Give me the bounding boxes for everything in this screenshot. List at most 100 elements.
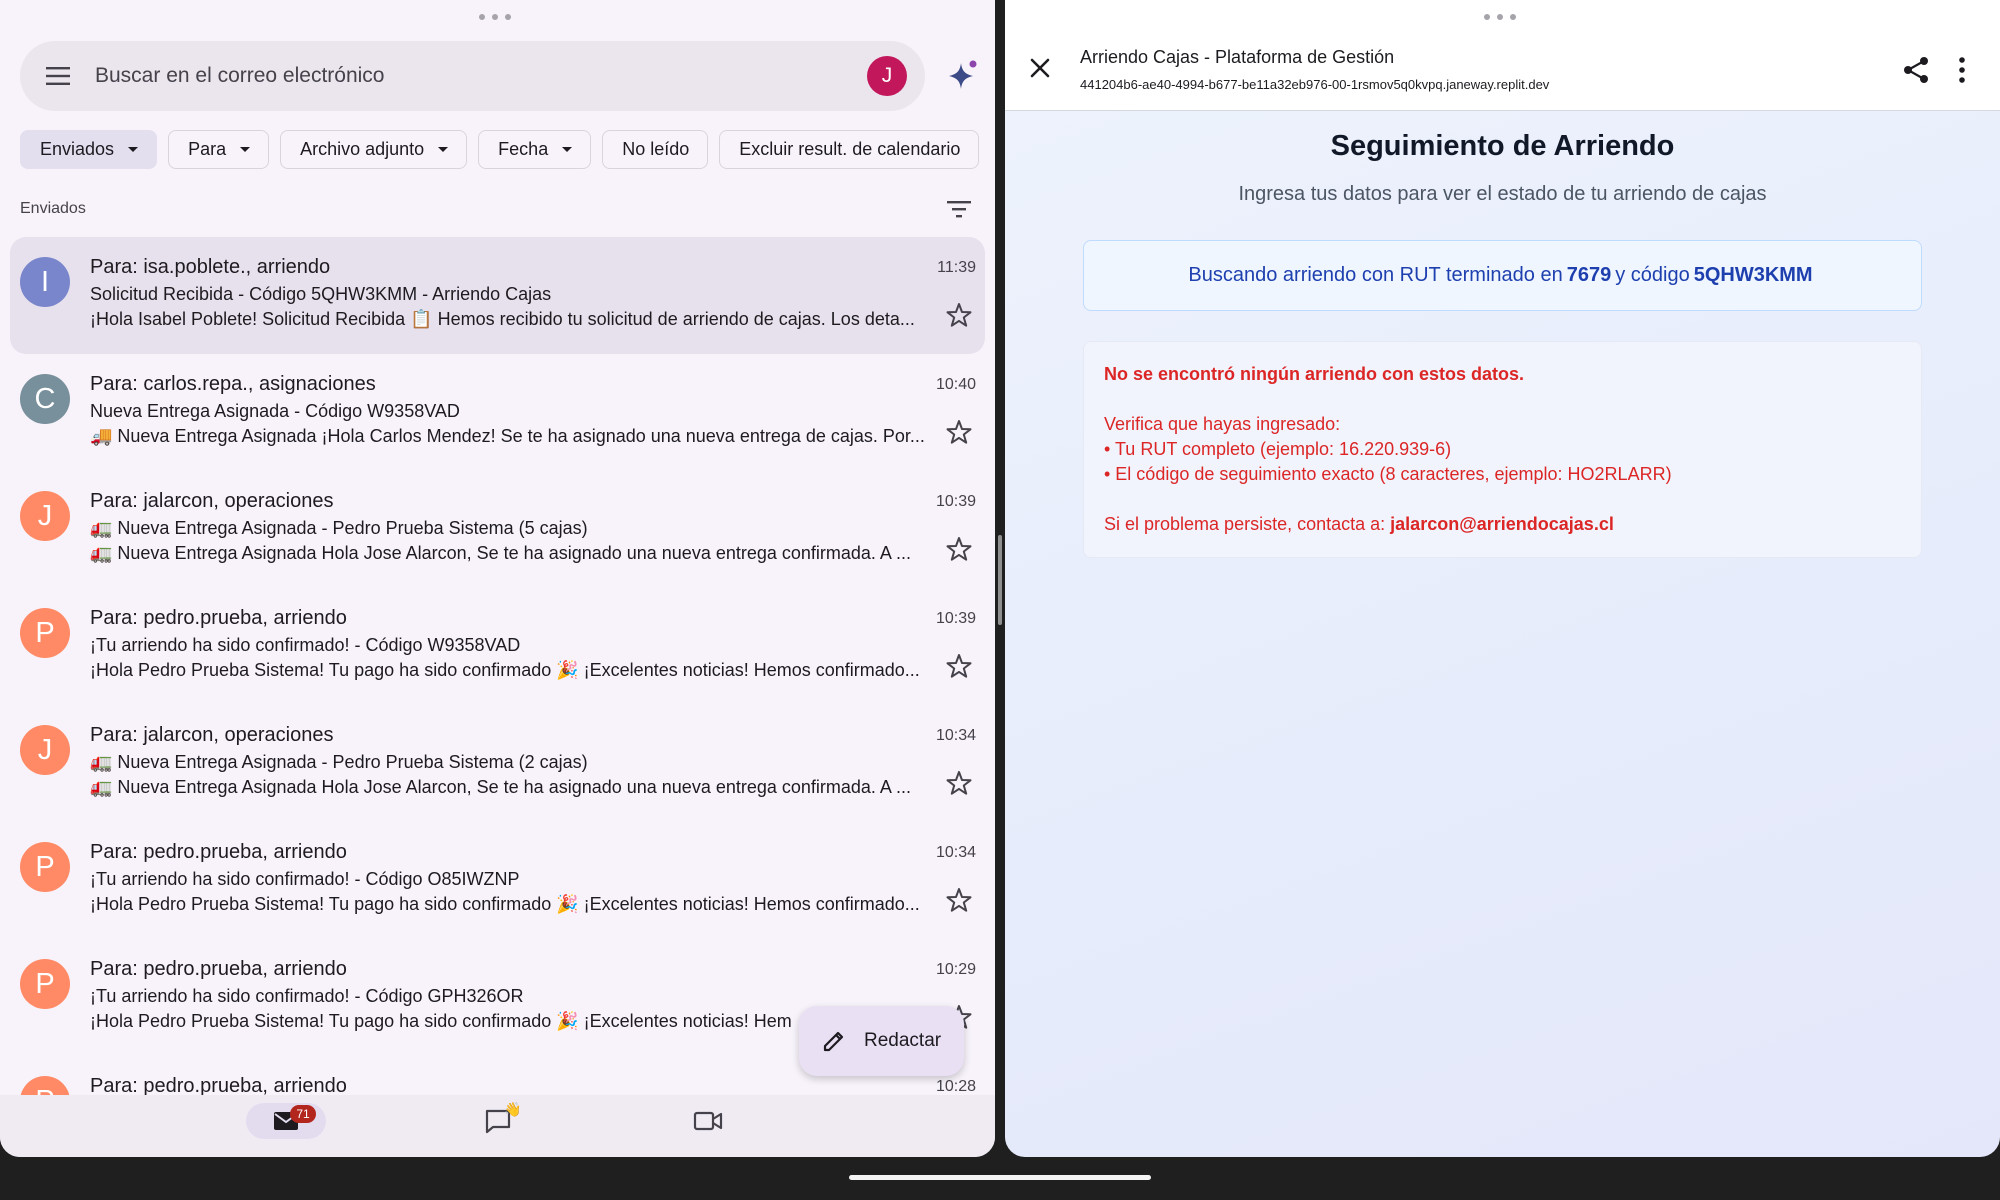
- share-icon[interactable]: [1902, 55, 1930, 85]
- mail-row[interactable]: I Para: isa.poblete., arriendo 11:39 Solici…: [10, 237, 985, 354]
- error-line: • El código de seguimiento exacto (8 car…: [1104, 464, 1672, 484]
- page-subheading: Ingresa tus datos para ver el estado de …: [1238, 183, 1767, 205]
- filter-chip-label: No leído: [622, 139, 690, 159]
- filter-chip[interactable]: Fecha: [478, 130, 592, 169]
- star-icon[interactable]: [945, 769, 973, 797]
- nav-chat-tab[interactable]: [458, 1103, 538, 1139]
- filter-chip[interactable]: No leído: [602, 130, 709, 169]
- compose-label: Redactar: [864, 1030, 942, 1051]
- sender-avatar[interactable]: P: [20, 959, 70, 1009]
- mail-subject: ¡Tu arriendo ha sido confirmado! - Códig…: [90, 986, 524, 1006]
- dropdown-caret-icon: [562, 147, 573, 152]
- mail-row[interactable]: J Para: jalarcon, operaciones 10:34 🚛 Nueva…: [10, 705, 985, 822]
- search-input[interactable]: Buscar en el correo electrónico: [95, 64, 867, 88]
- sender-avatar[interactable]: P: [20, 608, 70, 658]
- sender-avatar[interactable]: J: [20, 725, 70, 775]
- mail-snippet: ¡Hola Isabel Poblete! Solicitud Recibida…: [90, 309, 915, 329]
- mail-recipients: Para: pedro.prueba, arriendo: [90, 958, 347, 980]
- search-status-box: Buscando arriendo con RUT terminado en 7…: [1083, 240, 1922, 311]
- waving-hand-icon: 👋: [504, 1101, 522, 1117]
- star-icon[interactable]: [945, 418, 973, 446]
- filter-chip-label: Excluir result. de calendario: [739, 139, 961, 159]
- filter-chip-label: Enviados: [40, 139, 115, 159]
- mail-row[interactable]: P Para: pedro.prueba, arriendo 10:39 ¡Tu ar…: [10, 588, 985, 705]
- mail-time: 10:39: [935, 493, 976, 510]
- mail-subject: Nueva Entrega Asignada - Código W9358VAD: [90, 401, 460, 421]
- contact-prefix: Si el problema persiste, contacta a:: [1104, 514, 1386, 534]
- star-icon[interactable]: [945, 535, 973, 563]
- sender-avatar[interactable]: C: [20, 374, 70, 424]
- star-icon[interactable]: [945, 301, 973, 329]
- mail-snippet: 🚚 Nueva Entrega Asignada ¡Hola Carlos Me…: [90, 426, 925, 446]
- mail-time: 11:39: [937, 259, 976, 276]
- rut-suffix: 7679: [1566, 264, 1612, 286]
- page-heading: Seguimiento de Arriendo: [1330, 130, 1675, 162]
- filter-chip[interactable]: Archivo adjunto: [280, 130, 468, 169]
- custom-tab-header: Arriendo Cajas - Plataforma de Gestión 4…: [1005, 0, 2000, 111]
- sender-avatar[interactable]: J: [20, 491, 70, 541]
- mail-recipients: Para: isa.poblete., arriendo: [90, 256, 331, 278]
- compose-button[interactable]: Redactar: [799, 1006, 964, 1076]
- split-divider-handle[interactable]: [998, 535, 1002, 625]
- error-line: • Tu RUT completo (ejemplo: 16.220.939-6…: [1104, 439, 1452, 459]
- more-vert-icon[interactable]: [1957, 57, 1967, 83]
- mail-time: 10:34: [935, 727, 976, 744]
- mail-time: 10:40: [935, 376, 976, 393]
- dropdown-caret-icon: [240, 147, 251, 152]
- mail-recipients: Para: pedro.prueba, arriendo: [90, 841, 347, 863]
- mail-snippet: ¡Hola Pedro Prueba Sistema! Tu pago ha s…: [90, 660, 920, 680]
- sender-avatar[interactable]: I: [20, 257, 70, 307]
- mail-time: 10:28: [935, 1078, 976, 1095]
- mail-snippet: ¡Hola Pedro Prueba Sistema! Tu pago ha s…: [90, 894, 920, 914]
- star-icon[interactable]: [945, 886, 973, 914]
- nav-meet-tab[interactable]: [668, 1103, 748, 1139]
- video-camera-icon: [693, 1111, 723, 1131]
- error-message-box: No se encontró ningún arriendo con estos…: [1083, 341, 1922, 558]
- error-line: Verifica que hayas ingresado:: [1104, 414, 1341, 434]
- mail-recipients: Para: jalarcon, operaciones: [90, 490, 334, 512]
- dropdown-caret-icon: [128, 147, 139, 152]
- account-avatar[interactable]: J: [867, 56, 907, 96]
- pencil-icon: [823, 1031, 844, 1052]
- filter-chips: Enviados Para Archivo adjunto Fecha No leído…: [20, 130, 980, 169]
- filter-chip-label: Archivo adjunto: [300, 139, 425, 159]
- gemini-sparkle-icon[interactable]: [942, 57, 980, 95]
- filter-chip[interactable]: Para: [168, 130, 270, 169]
- mail-time: 10:34: [935, 844, 976, 861]
- unread-badge: 71: [290, 1105, 316, 1123]
- mail-row[interactable]: J Para: jalarcon, operaciones 10:39 🚛 Nueva…: [10, 471, 985, 588]
- mail-subject: ¡Tu arriendo ha sido confirmado! - Códig…: [90, 869, 520, 889]
- mail-row[interactable]: C Para: carlos.repa., asignaciones 10:40 Nu…: [10, 354, 985, 471]
- error-title: No se encontró ningún arriendo con estos…: [1104, 364, 1525, 384]
- mail-pane: Buscar en el correo electrónico J Enviad…: [0, 0, 995, 1157]
- mail-subject: 🚛 Nueva Entrega Asignada - Pedro Prueba …: [90, 752, 588, 772]
- browser-pane: Arriendo Cajas - Plataforma de Gestión 4…: [1005, 0, 2000, 1157]
- mail-subject: ¡Tu arriendo ha sido confirmado! - Códig…: [90, 635, 521, 655]
- menu-icon[interactable]: [28, 41, 88, 111]
- mail-search-bar[interactable]: Buscar en el correo electrónico J: [20, 41, 925, 111]
- mail-recipients: Para: carlos.repa., asignaciones: [90, 373, 376, 395]
- tracking-code: 5QHW3KMM: [1693, 264, 1813, 286]
- mail-recipients: Para: jalarcon, operaciones: [90, 724, 334, 746]
- filter-chip-label: Fecha: [498, 139, 549, 159]
- pane-drag-handle[interactable]: [479, 14, 511, 20]
- mail-snippet: 🚛 Nueva Entrega Asignada Hola Jose Alarc…: [90, 777, 911, 797]
- filter-icon[interactable]: [944, 196, 974, 222]
- error-contact: Si el problema persiste, contacta a: jal…: [1104, 514, 1614, 535]
- dropdown-caret-icon: [438, 147, 449, 152]
- browser-url: 441204b6-ae40-4994-b677-be11a32eb976-00-…: [1080, 77, 1550, 92]
- home-indicator[interactable]: [849, 1175, 1151, 1180]
- mail-time: 10:29: [935, 961, 976, 978]
- pane-drag-handle[interactable]: [1484, 14, 1516, 20]
- mail-subject: 🚛 Nueva Entrega Asignada - Pedro Prueba …: [90, 518, 588, 538]
- filter-chip[interactable]: Excluir result. de calendario: [719, 130, 980, 169]
- close-icon[interactable]: [1027, 55, 1053, 81]
- contact-email-link[interactable]: jalarcon@arriendocajas.cl: [1390, 514, 1614, 534]
- filter-chip[interactable]: Enviados: [20, 130, 158, 169]
- star-icon[interactable]: [945, 652, 973, 680]
- bottom-navigation: 71 👋: [0, 1095, 995, 1157]
- mail-time: 10:39: [935, 610, 976, 627]
- mail-recipients: Para: pedro.prueba, arriendo: [90, 607, 347, 629]
- mail-row[interactable]: P Para: pedro.prueba, arriendo 10:34 ¡Tu ar…: [10, 822, 985, 939]
- sender-avatar[interactable]: P: [20, 842, 70, 892]
